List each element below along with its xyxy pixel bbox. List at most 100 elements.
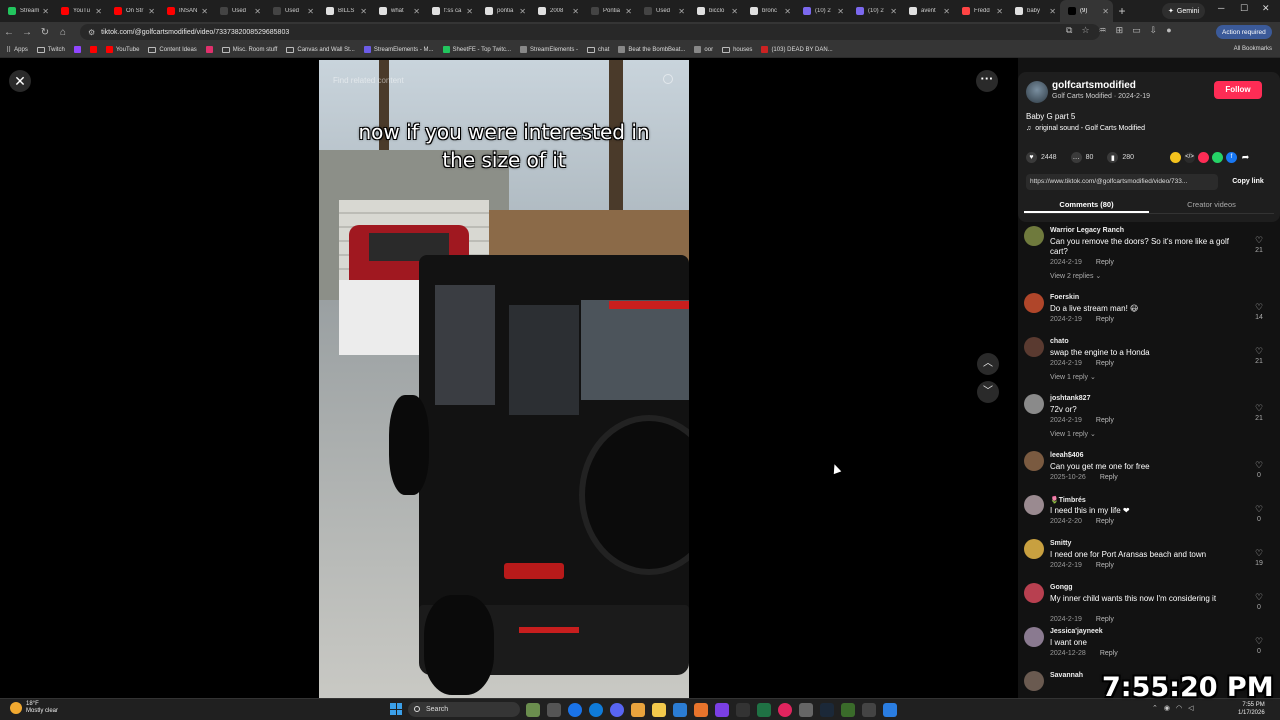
comment-username[interactable]: chato: [1050, 338, 1069, 345]
close-tab-icon[interactable]: ✕: [95, 7, 102, 16]
comment-username[interactable]: Jessica'jayneek: [1050, 628, 1103, 635]
bookmark-item[interactable]: ⠿ Apps: [6, 46, 28, 54]
reply-button[interactable]: Reply: [1096, 518, 1114, 525]
bookmark-star-icon[interactable]: ☆: [1081, 25, 1089, 36]
next-video-chevron-down-icon[interactable]: ﹀: [977, 381, 999, 403]
comment-like[interactable]: ♡ 0: [1254, 459, 1264, 479]
repost-icon[interactable]: [1170, 152, 1181, 163]
browser-tab[interactable]: Used ✕: [212, 0, 265, 22]
browser-tab[interactable]: Used ✕: [636, 0, 689, 22]
commenter-avatar[interactable]: [1024, 539, 1044, 559]
windows-start-icon[interactable]: [390, 703, 402, 715]
browser-tab[interactable]: f:ss ca ✕: [424, 0, 477, 22]
comment-stat[interactable]: … 80: [1070, 152, 1093, 163]
maximize-icon[interactable]: ☐: [1240, 3, 1248, 14]
comment-like[interactable]: ♡ 21: [1254, 345, 1264, 365]
comment-like[interactable]: ♡ 21: [1254, 402, 1264, 422]
embed-icon[interactable]: </>: [1184, 152, 1195, 163]
comment-username[interactable]: leeah$406: [1050, 452, 1083, 459]
app-icon[interactable]: [631, 703, 645, 717]
new-tab-icon[interactable]: +: [1113, 4, 1131, 18]
close-tab-icon[interactable]: ✕: [42, 7, 49, 16]
action-required-button[interactable]: Action required: [1216, 25, 1272, 39]
forward-icon[interactable]: →: [18, 27, 36, 38]
comment-username[interactable]: Smitty: [1050, 540, 1071, 547]
bookmark-item[interactable]: (103) DEAD BY DAN...: [761, 46, 833, 53]
sidepanel-icon[interactable]: ▭: [1132, 25, 1141, 36]
reply-button[interactable]: Reply: [1100, 650, 1118, 657]
browser-tab[interactable]: Pontia ✕: [583, 0, 636, 22]
taskbar-search[interactable]: Search: [408, 702, 520, 717]
reply-button[interactable]: Reply: [1096, 259, 1114, 266]
tray-app-icon[interactable]: ◉: [1164, 704, 1170, 712]
comment-username[interactable]: Warrior Legacy Ranch: [1050, 227, 1124, 234]
comment-like[interactable]: ♡ 21: [1254, 234, 1264, 254]
discord-icon[interactable]: [610, 703, 624, 717]
save-stat[interactable]: ▮ 280: [1107, 152, 1134, 163]
comment-username[interactable]: joshtank827: [1050, 395, 1090, 402]
extensions-puzzle-icon[interactable]: ⊞: [1116, 25, 1124, 36]
close-tab-icon[interactable]: ✕: [678, 7, 685, 16]
close-tab-icon[interactable]: ✕: [360, 7, 367, 16]
close-window-icon[interactable]: ✕: [1262, 3, 1270, 14]
app-grid-icon[interactable]: [715, 703, 729, 717]
close-tab-icon[interactable]: ✕: [254, 7, 261, 16]
close-tab-icon[interactable]: ✕: [1102, 7, 1109, 16]
widgets-icon[interactable]: [526, 703, 540, 717]
browser-tab[interactable]: INSAN ✕: [159, 0, 212, 22]
comment-like[interactable]: ♡ 19: [1254, 547, 1264, 567]
edge-icon[interactable]: [589, 703, 603, 717]
view-replies-button[interactable]: View 1 reply ⌄: [1050, 373, 1096, 381]
address-bar[interactable]: ⚙ tiktok.com/@golfcartsmodified/video/73…: [80, 24, 1100, 40]
like-stat[interactable]: ♥ 2448: [1026, 152, 1057, 163]
commenter-avatar[interactable]: [1024, 226, 1044, 246]
word-icon[interactable]: [673, 703, 687, 717]
comments-list[interactable]: Warrior Legacy Ranch Can you remove the d…: [1018, 226, 1280, 698]
browser-tab[interactable]: Fredd ✕: [954, 0, 1007, 22]
close-tab-icon[interactable]: ✕: [413, 7, 420, 16]
reply-button[interactable]: Reply: [1100, 474, 1118, 481]
close-tab-icon[interactable]: ✕: [625, 7, 632, 16]
reply-button[interactable]: Reply: [1096, 360, 1114, 367]
bookmark-item[interactable]: [205, 46, 213, 53]
sound-link[interactable]: ♫ original sound - Golf Carts Modified: [1026, 125, 1145, 132]
browser-tab[interactable]: Stream ✕: [0, 0, 53, 22]
bookmark-item[interactable]: Beat the BombBeat...: [618, 46, 685, 53]
back-icon[interactable]: ←: [0, 27, 18, 38]
close-tab-icon[interactable]: ✕: [731, 7, 738, 16]
commenter-avatar[interactable]: [1024, 293, 1044, 313]
chevron-up-icon[interactable]: ⌃: [1152, 704, 1158, 712]
system-clock[interactable]: 7:55 PM 1/17/2026: [1238, 701, 1265, 717]
bookmark-item[interactable]: [89, 46, 97, 53]
comment-like[interactable]: ♡ 14: [1254, 301, 1264, 321]
commenter-avatar[interactable]: [1024, 337, 1044, 357]
close-video-button[interactable]: ✕: [9, 70, 31, 92]
extension-icon[interactable]: ♒: [1099, 25, 1107, 36]
bookmark-item[interactable]: YouTube: [105, 46, 139, 53]
downloads-icon[interactable]: ⇩: [1150, 25, 1158, 36]
find-related-text[interactable]: Find related content: [333, 76, 404, 85]
comment-username[interactable]: 🌷Timbrés: [1050, 496, 1086, 504]
creator-avatar[interactable]: [1026, 81, 1048, 103]
close-tab-icon[interactable]: ✕: [996, 7, 1003, 16]
task-view-icon[interactable]: [547, 703, 561, 717]
obs-icon[interactable]: [778, 703, 792, 717]
bookmark-item[interactable]: chat: [587, 46, 609, 53]
comment-username[interactable]: Savannah: [1050, 672, 1083, 679]
browser-tab[interactable]: bronc ✕: [742, 0, 795, 22]
browser-tab[interactable]: BILLS ✕: [318, 0, 371, 22]
comment-like[interactable]: ♡ 0: [1254, 503, 1264, 523]
browser-tab[interactable]: Used ✕: [265, 0, 318, 22]
close-tab-icon[interactable]: ✕: [890, 7, 897, 16]
commenter-avatar[interactable]: [1024, 451, 1044, 471]
video-player[interactable]: Find related content now if you were int…: [319, 60, 689, 698]
close-tab-icon[interactable]: ✕: [1049, 7, 1056, 16]
search-icon[interactable]: [663, 74, 673, 84]
vlc-icon[interactable]: [694, 703, 708, 717]
browser-tab[interactable]: bicclo ✕: [689, 0, 742, 22]
facebook-icon[interactable]: f: [1226, 152, 1237, 163]
commenter-avatar[interactable]: [1024, 394, 1044, 414]
commenter-avatar[interactable]: [1024, 495, 1044, 515]
close-tab-icon[interactable]: ✕: [572, 7, 579, 16]
bookmark-item[interactable]: Content Ideas: [148, 46, 197, 53]
